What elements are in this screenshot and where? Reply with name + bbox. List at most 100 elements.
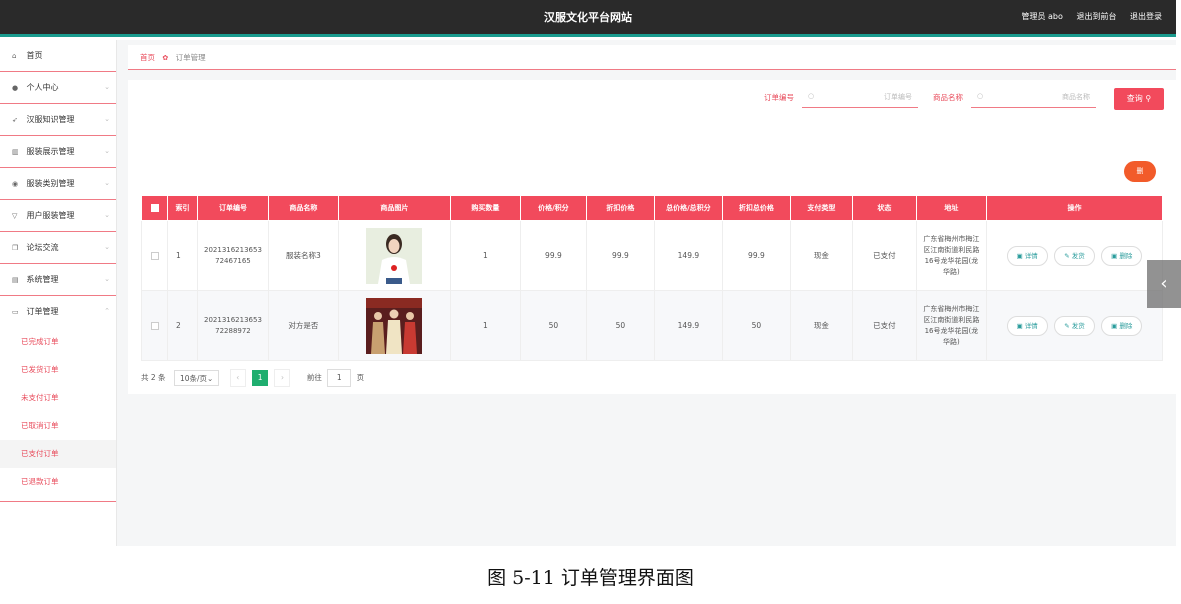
- sidebar-subitem-completed[interactable]: 已完成订单: [0, 328, 116, 356]
- back-to-front-link[interactable]: 退出到前台: [1076, 12, 1116, 21]
- cell-pay-type: 现金: [789, 220, 853, 291]
- filter-icon: ▽: [12, 212, 18, 220]
- bar-chart-icon: ▥: [12, 148, 19, 156]
- breadcrumb: 首页 ✿ 订单管理: [128, 45, 1176, 70]
- detail-button[interactable]: ▣ 详情: [1006, 245, 1048, 266]
- flower-icon: ✿: [162, 54, 169, 62]
- table-row[interactable]: 1 2021316213653 72467165 服装名称3 1 99.9 99…: [141, 220, 1164, 291]
- order-no-input[interactable]: ○ 订单编号: [802, 88, 918, 108]
- query-button[interactable]: 查询 ⚲: [1114, 88, 1164, 110]
- cell-total: 149.9: [653, 290, 723, 361]
- edit-icon: ✎: [1064, 321, 1072, 330]
- page-size-value: 10条/页: [179, 374, 208, 383]
- row-checkbox[interactable]: [150, 252, 159, 260]
- sidebar-item-personal[interactable]: ● 个人中心 ⌄: [0, 72, 116, 104]
- goods-name-input[interactable]: ○ 商品名称: [971, 88, 1096, 108]
- sidebar-item-label: 用户服装管理: [26, 211, 75, 220]
- sidebar-subitem-cancelled[interactable]: 已取消订单: [0, 412, 116, 440]
- copy-icon: ❐: [12, 244, 19, 252]
- query-label: 查询: [1126, 94, 1143, 103]
- cell-pay-type: 现金: [789, 290, 853, 361]
- cell-goods-image: [337, 220, 451, 291]
- pager-total: 共 2 条: [141, 373, 166, 382]
- cell-qty: 1: [449, 220, 521, 291]
- cell-actions: ▣ 详情 ✎ 发货 ▣ 删除: [985, 290, 1164, 361]
- search-icon: ⚲: [1145, 94, 1152, 103]
- table-header-row: 索引 订单编号 商品名称 商品图片 购买数量 价格/积分 折扣价格 总价格/总积…: [141, 195, 1164, 221]
- page-size-select[interactable]: 10条/页 ⌄: [173, 370, 220, 386]
- cell-disc-price: 50: [585, 290, 655, 361]
- goto-page-input[interactable]: 1: [327, 369, 352, 387]
- goods-name-placeholder: 商品名称: [1062, 93, 1090, 101]
- detail-label: 详情: [1024, 321, 1038, 330]
- chevron-up-icon: ⌃: [104, 307, 110, 315]
- cell-disc-total: 99.9: [721, 220, 791, 291]
- menu-icon: ▤: [12, 276, 19, 284]
- pagination: 共 2 条 10条/页 ⌄ ‹ 1 › 前往 1 页: [141, 369, 365, 387]
- chevron-down-icon: ⌄: [104, 147, 110, 155]
- table-header: 状态: [851, 195, 917, 221]
- cell-index: 1: [167, 220, 198, 291]
- site-title: 汉服文化平台网站: [544, 11, 632, 24]
- cell-disc-price: 99.9: [585, 220, 655, 291]
- table-header: 折扣总价格: [721, 195, 791, 221]
- table-row[interactable]: 2 2021316213653 72288972 对方是否 1 50 50 14…: [141, 290, 1164, 361]
- chevron-down-icon: ⌄: [104, 243, 110, 251]
- sidebar-subitem-shipped[interactable]: 已发货订单: [0, 356, 116, 384]
- chevron-down-icon: ⌄: [104, 115, 110, 123]
- home-icon: ⌂: [12, 52, 17, 60]
- cell-goods-name: 服装名称3: [267, 220, 339, 291]
- goods-image: [366, 297, 423, 354]
- detail-button[interactable]: ▣ 详情: [1006, 315, 1048, 336]
- ship-button[interactable]: ✎ 发货: [1054, 245, 1095, 266]
- row-select-cell[interactable]: [141, 220, 168, 291]
- user-icon: ●: [12, 84, 19, 92]
- sidebar-item-label: 服装展示管理: [26, 147, 75, 156]
- sidebar-item-home[interactable]: ⌂ 首页: [0, 40, 116, 72]
- sidebar-item-label: 订单管理: [26, 307, 59, 316]
- cell-actions: ▣ 详情 ✎ 发货 ▣ 删除: [985, 220, 1164, 291]
- ship-button[interactable]: ✎ 发货: [1054, 315, 1095, 336]
- delete-button[interactable]: ▣ 删除: [1101, 315, 1143, 336]
- order-no-label: 订单编号: [764, 93, 794, 102]
- delete-label: 删除: [1119, 251, 1133, 260]
- current-page[interactable]: 1: [252, 370, 269, 386]
- search-bar: 订单编号 ○ 订单编号 商品名称 ○ 商品名称 查询 ⚲: [764, 88, 1164, 110]
- select-all-checkbox[interactable]: [150, 204, 159, 212]
- sidebar-subitem-paid[interactable]: 已支付订单: [0, 440, 116, 468]
- chevron-left-icon[interactable]: ‹: [1147, 260, 1181, 308]
- sidebar-subitem-refunded[interactable]: 已退款订单: [0, 468, 116, 496]
- detail-label: 详情: [1024, 251, 1038, 260]
- sidebar-item-display[interactable]: ▥ 服装展示管理 ⌄: [0, 136, 116, 168]
- top-bar: 汉服文化平台网站 管理员 abo 退出到前台 退出登录: [0, 0, 1176, 37]
- sidebar-item-forum[interactable]: ❐ 论坛交流 ⌄: [0, 232, 116, 264]
- cell-address: 广东省梅州市梅江区江南街道利民路16号龙华花园(龙华路): [915, 290, 987, 361]
- goods-name-label: 商品名称: [933, 93, 963, 102]
- sidebar-item-user-clothing[interactable]: ▽ 用户服装管理 ⌄: [0, 200, 116, 232]
- row-checkbox[interactable]: [150, 322, 159, 330]
- table-header: 商品图片: [337, 195, 451, 221]
- table-header: 支付类型: [789, 195, 853, 221]
- sidebar-item-orders[interactable]: ▭ 订单管理 ⌃: [0, 296, 116, 328]
- sidebar-item-knowledge[interactable]: ➶ 汉服知识管理 ⌄: [0, 104, 116, 136]
- sidebar-item-label: 论坛交流: [26, 243, 59, 252]
- table-header: 操作: [985, 195, 1164, 221]
- prev-page-button[interactable]: ‹: [229, 369, 246, 387]
- select-all-header[interactable]: [141, 195, 168, 221]
- next-page-button[interactable]: ›: [274, 369, 291, 387]
- breadcrumb-home[interactable]: 首页: [140, 53, 155, 62]
- sidebar-item-label: 个人中心: [26, 83, 59, 92]
- logout-link[interactable]: 退出登录: [1130, 12, 1162, 21]
- goto-unit: 页: [356, 373, 365, 382]
- breadcrumb-current: 订单管理: [175, 53, 206, 62]
- sidebar-item-system[interactable]: ▤ 系统管理 ⌄: [0, 264, 116, 296]
- sidebar-item-category[interactable]: ◉ 服装类别管理 ⌄: [0, 168, 116, 200]
- batch-delete-button[interactable]: 删: [1124, 161, 1156, 182]
- cell-status: 已支付: [851, 220, 917, 291]
- delete-button[interactable]: ▣ 删除: [1101, 245, 1143, 266]
- row-select-cell[interactable]: [141, 290, 168, 361]
- sidebar-subitem-unpaid[interactable]: 未支付订单: [0, 384, 116, 412]
- cell-order-no: 2021316213653 72288972: [197, 290, 269, 361]
- table-header: 价格/积分: [519, 195, 587, 221]
- cell-status: 已支付: [851, 290, 917, 361]
